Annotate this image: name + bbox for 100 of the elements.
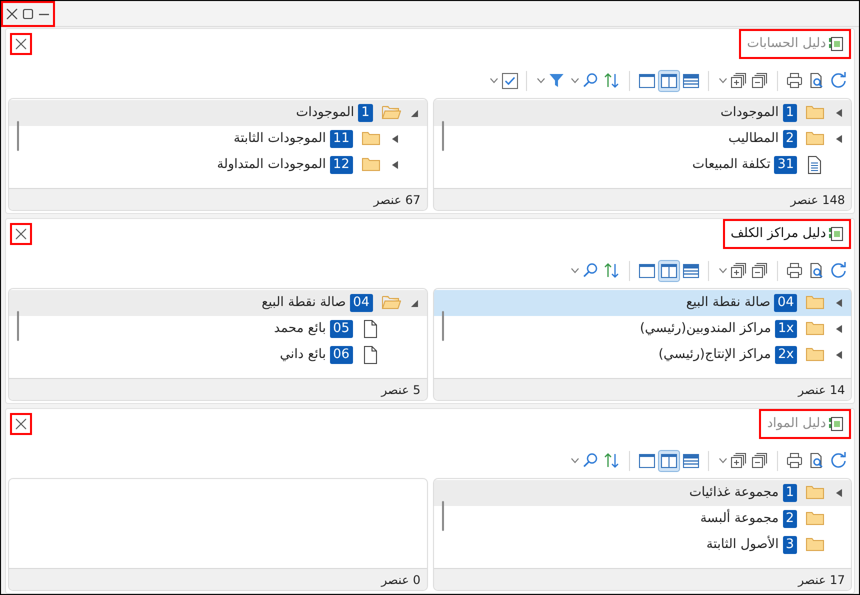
code-badge: 04 <box>350 294 372 312</box>
print-icon <box>786 72 804 90</box>
panel-title: دليل مراكز الكلف <box>730 225 826 244</box>
ledger-icon <box>829 416 843 432</box>
collapsed-arrow-icon[interactable] <box>836 351 842 359</box>
scroll-indicator <box>17 311 19 341</box>
code-badge: 04 <box>774 294 797 312</box>
code-badge: 2 <box>782 510 797 528</box>
code-badge: 1 <box>782 484 797 502</box>
chevron-down-icon[interactable] <box>490 78 498 84</box>
collapsed-arrow-icon[interactable] <box>392 135 398 143</box>
expand-all-icon <box>730 72 748 90</box>
expand-all-icon <box>730 452 748 470</box>
close-button[interactable] <box>10 413 32 435</box>
code-badge: 2 <box>782 130 797 148</box>
code-badge: 2x <box>775 346 797 364</box>
split-layout-button[interactable] <box>658 450 680 472</box>
row-label: بائع محمد <box>274 320 326 338</box>
row-label: مراكز الإنتاج(رئيسي) <box>658 346 772 364</box>
close-button[interactable] <box>10 33 32 55</box>
row-label: تكلفة المبيعات <box>692 156 770 174</box>
sort-icon <box>603 72 621 90</box>
collapse-all-icon <box>751 262 769 280</box>
scroll-indicator <box>17 121 19 151</box>
search-icon <box>582 452 600 470</box>
scroll-indicator <box>442 501 444 531</box>
chevron-down-icon[interactable] <box>571 268 579 274</box>
item-count: 14 عنصر <box>798 382 845 398</box>
panel-title: دليل الحسابات <box>747 35 826 54</box>
expanded-arrow-icon[interactable] <box>411 300 418 306</box>
item-count: 67 عنصر <box>374 192 420 208</box>
chevron-down-icon[interactable] <box>537 78 545 84</box>
close-icon[interactable] <box>5 7 19 21</box>
item-count: 5 عنصر <box>381 382 420 398</box>
rows-layout-icon <box>682 452 700 470</box>
chevron-down-icon[interactable] <box>719 268 727 274</box>
split-layout-icon <box>660 262 678 280</box>
collapsed-arrow-icon[interactable] <box>836 109 842 117</box>
code-badge: 1 <box>782 104 797 122</box>
ledger-icon <box>829 226 843 242</box>
code-badge: 1x <box>775 320 797 338</box>
sort-icon <box>603 452 621 470</box>
split-layout-button[interactable] <box>658 70 680 92</box>
item-count: 17 عنصر <box>798 572 845 588</box>
close-icon <box>15 228 27 240</box>
maximize-icon[interactable] <box>21 7 35 21</box>
expand-all-icon <box>730 262 748 280</box>
code-badge: 3 <box>782 536 797 554</box>
search-icon <box>582 72 600 90</box>
refresh-icon <box>830 72 848 90</box>
row-label: مجموعة ألبسة <box>700 509 779 528</box>
row-label: الأصول الثابتة <box>706 535 779 554</box>
split-layout-button[interactable] <box>658 260 680 282</box>
collapse-all-icon <box>751 72 769 90</box>
close-icon <box>15 38 27 50</box>
code-badge: 11 <box>330 130 352 148</box>
print-icon <box>786 262 804 280</box>
row-label: المطاليب <box>728 130 779 148</box>
item-count: 0 عنصر <box>381 572 420 588</box>
row-label: الموجودات <box>296 104 354 122</box>
code-badge: 31 <box>774 156 797 174</box>
single-layout-icon <box>638 262 656 280</box>
close-icon <box>15 418 27 430</box>
split-layout-icon <box>660 72 678 90</box>
row-label: الموجودات <box>720 104 779 122</box>
collapsed-arrow-icon[interactable] <box>836 299 842 307</box>
ledger-icon <box>829 36 843 52</box>
collapsed-arrow-icon[interactable] <box>392 161 398 169</box>
code-badge: 1 <box>358 104 372 122</box>
chevron-down-icon[interactable] <box>571 458 579 464</box>
single-layout-icon <box>638 72 656 90</box>
rows-layout-icon <box>682 72 700 90</box>
rows-layout-icon <box>682 262 700 280</box>
search-icon <box>582 262 600 280</box>
row-label: صالة نقطة البيع <box>262 294 346 312</box>
collapsed-arrow-icon[interactable] <box>836 325 842 333</box>
sort-icon <box>603 262 621 280</box>
row-label: بائع داني <box>280 346 326 364</box>
split-layout-icon <box>660 452 678 470</box>
close-button[interactable] <box>10 223 32 245</box>
row-label: الموجودات الثابتة <box>234 130 326 148</box>
panel-title: دليل المواد <box>767 415 826 434</box>
scroll-indicator <box>442 121 444 151</box>
refresh-icon <box>830 262 848 280</box>
refresh-icon <box>830 452 848 470</box>
checkbox-icon <box>501 72 519 90</box>
code-badge: 05 <box>330 320 352 338</box>
collapsed-arrow-icon[interactable] <box>836 489 842 497</box>
chevron-down-icon[interactable] <box>719 458 727 464</box>
collapsed-arrow-icon[interactable] <box>836 135 842 143</box>
item-count: 148 عنصر <box>790 192 845 208</box>
print-icon <box>786 452 804 470</box>
expanded-arrow-icon[interactable] <box>411 110 418 116</box>
filter-icon <box>548 72 566 90</box>
row-label: صالة نقطة البيع <box>686 294 770 312</box>
row-label: مجموعة غذائيات <box>689 484 779 502</box>
row-label: مراكز المندوبين(رئيسي) <box>640 320 772 338</box>
chevron-down-icon[interactable] <box>719 78 727 84</box>
scroll-indicator <box>442 311 444 341</box>
chevron-down-icon[interactable] <box>571 78 579 84</box>
